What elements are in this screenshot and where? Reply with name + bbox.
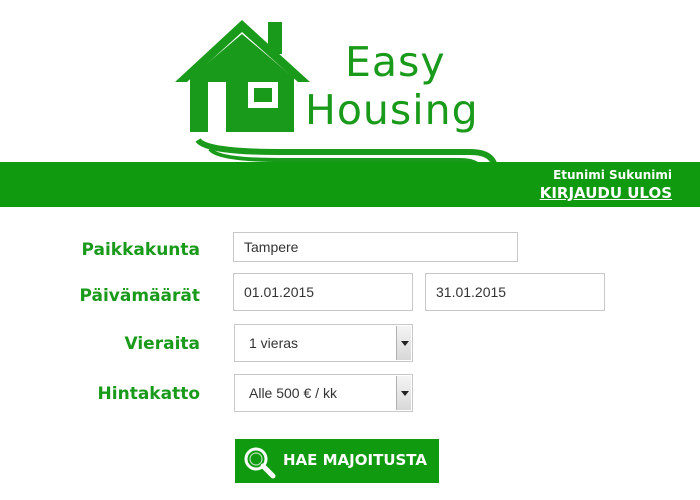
logo-text-housing: Housing <box>305 86 479 134</box>
logout-link[interactable]: KIRJAUDU ULOS <box>540 184 672 202</box>
search-icon <box>244 447 276 479</box>
price-cap-select-value: Alle 500 € / kk <box>249 385 337 401</box>
search-button[interactable]: HAE MAJOITUSTA <box>235 439 439 483</box>
logo-text-easy: Easy <box>345 38 446 86</box>
chevron-down-icon[interactable] <box>396 376 411 410</box>
price-cap-select[interactable]: Alle 500 € / kk <box>234 374 413 412</box>
location-input[interactable]: Tampere <box>233 232 518 262</box>
price-cap-label: Hintakatto <box>97 384 200 404</box>
start-date-input[interactable]: 01.01.2015 <box>233 273 413 311</box>
chevron-down-icon[interactable] <box>396 326 411 360</box>
guests-select[interactable]: 1 vieras <box>234 324 413 362</box>
end-date-input[interactable]: 31.01.2015 <box>425 273 605 311</box>
dates-label: Päivämäärät <box>79 286 201 306</box>
guests-label: Vieraita <box>124 334 201 354</box>
user-name: Etunimi Sukunimi <box>553 168 672 182</box>
search-button-label: HAE MAJOITUSTA <box>283 451 427 469</box>
location-label: Paikkakunta <box>81 240 201 260</box>
guests-select-value: 1 vieras <box>249 335 299 351</box>
header-bar: Etunimi Sukunimi KIRJAUDU ULOS <box>0 162 700 207</box>
